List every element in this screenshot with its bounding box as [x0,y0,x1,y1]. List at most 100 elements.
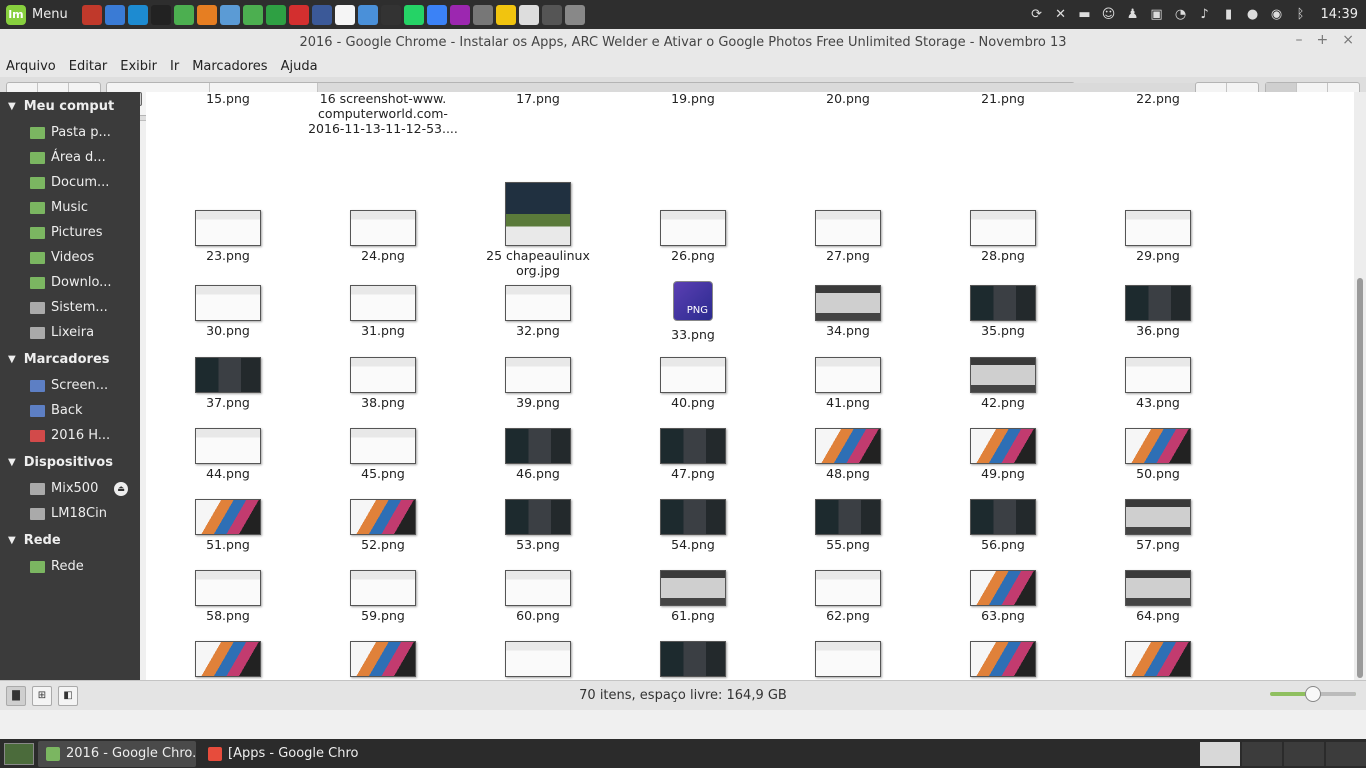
launcher-icon[interactable] [219,4,240,25]
screenshot-icon[interactable]: ▣ [1149,7,1165,23]
file-item[interactable]: 37.png [153,357,303,410]
clock[interactable]: 14:39 [1321,7,1358,22]
leaf-icon[interactable]: ● [1245,7,1261,23]
sidebar-item-music[interactable]: Music [0,195,140,220]
launcher-icon[interactable] [357,4,378,25]
launcher-icon[interactable] [564,4,585,25]
sidebar-item-read[interactable]: Área d... [0,145,140,170]
sidebar-item-downlo[interactable]: Downlo... [0,270,140,295]
file-item[interactable]: 35.png [928,285,1078,338]
music-icon[interactable]: ♪ [1197,7,1213,23]
file-item[interactable]: 55.png [773,499,923,552]
maximize-button[interactable]: + [1317,32,1329,48]
file-item[interactable]: 34.png [773,285,923,338]
file-item[interactable]: 31.png [308,285,458,338]
file-item[interactable]: 53.png [463,499,613,552]
collapse-triangle-icon[interactable]: ▼ [8,457,16,468]
launcher-icon[interactable] [518,4,539,25]
vertical-scrollbar[interactable] [1354,92,1366,680]
eject-icon[interactable]: ⏏ [114,481,128,496]
bluetooth-icon[interactable]: ᛒ [1293,7,1309,23]
file-item[interactable]: 23.png [153,210,303,263]
file-item[interactable]: 49.png [928,428,1078,481]
taskbar-window-button[interactable]: [Apps - Google Chro... [200,741,358,767]
file-item[interactable]: 71.png [1083,641,1233,680]
file-item[interactable]: 46.png [463,428,613,481]
sidebar-item-screen[interactable]: Screen... [0,373,140,398]
folder-icon[interactable]: ▬ [1077,7,1093,23]
file-item[interactable]: 48.png [773,428,923,481]
file-item[interactable]: 63.png [928,570,1078,623]
chrome-icon[interactable]: ◉ [1269,7,1285,23]
collapse-triangle-icon[interactable]: ▼ [8,535,16,546]
sidebar-section-header[interactable]: ▼ Marcadores [0,345,140,373]
file-item[interactable]: 15.png [153,92,303,106]
menu-editar[interactable]: Editar [69,59,108,74]
file-item[interactable]: 61.png [618,570,768,623]
sidebar-section-header[interactable]: ▼ Meu comput [0,92,140,120]
file-item[interactable]: 52.png [308,499,458,552]
close-button[interactable]: × [1342,32,1354,48]
file-item[interactable]: 19.png [618,92,768,106]
sidebar-item-mix500[interactable]: Mix500 ⏏ [0,476,140,501]
close-x-icon[interactable]: ✕ [1053,7,1069,23]
file-item[interactable]: 25 chapeaulinux org.jpg [463,182,613,278]
workspace-4[interactable] [1326,742,1366,766]
title-bar[interactable]: 2016 - Google Chrome - Instalar os Apps,… [0,29,1366,55]
file-item[interactable]: 21.png [928,92,1078,106]
file-item[interactable]: 51.png [153,499,303,552]
file-item[interactable]: 59.png [308,570,458,623]
file-item[interactable]: 58.png [153,570,303,623]
file-item[interactable]: 56.png [928,499,1078,552]
menu-exibir[interactable]: Exibir [120,59,157,74]
menu-ir[interactable]: Ir [170,59,179,74]
show-desktop-button[interactable] [4,742,34,765]
file-item[interactable]: 36.png [1083,285,1233,338]
file-item[interactable]: 70.png [928,641,1078,680]
sidebar-item-docum[interactable]: Docum... [0,170,140,195]
file-item[interactable]: 60.png [463,570,613,623]
sidebar-item-lixeira[interactable]: Lixeira [0,320,140,345]
sidebar-item-pastap[interactable]: Pasta p... [0,120,140,145]
launcher-icon[interactable] [495,4,516,25]
file-item[interactable]: 17.png [463,92,613,106]
sidebar-section-header[interactable]: ▼ Dispositivos [0,448,140,476]
sidebar-item-pictures[interactable]: Pictures [0,220,140,245]
launcher-icon[interactable] [265,4,286,25]
file-view[interactable]: 15.png 16 screenshot-www. computerworld.c… [146,92,1354,680]
file-item[interactable]: 66.png [308,641,458,680]
launcher-icon[interactable] [334,4,355,25]
menu-button[interactable]: lm Menu [0,0,76,29]
sidebar-item-lm18cin[interactable]: LM18Cin [0,501,140,526]
file-item[interactable]: 44.png [153,428,303,481]
file-item[interactable]: 39.png [463,357,613,410]
menu-arquivo[interactable]: Arquivo [6,59,56,74]
file-item[interactable]: PNG 33.png [618,281,768,342]
launcher-icon[interactable] [288,4,309,25]
launcher-icon[interactable] [150,4,171,25]
sidebar-section-header[interactable]: ▼ Rede [0,526,140,554]
file-item[interactable]: 20.png [773,92,923,106]
launcher-icon[interactable] [127,4,148,25]
file-item[interactable]: 57.png [1083,499,1233,552]
workspace-1[interactable] [1200,742,1240,766]
launcher-icon[interactable] [242,4,263,25]
file-item[interactable]: 69.png [773,641,923,680]
launcher-icon[interactable] [173,4,194,25]
file-item[interactable]: 68.png [618,641,768,680]
sidebar-item-sistem[interactable]: Sistem... [0,295,140,320]
scrollbar-thumb[interactable] [1357,278,1363,678]
file-item[interactable]: 29.png [1083,210,1233,263]
sidebar-item-back[interactable]: Back [0,398,140,423]
person-icon[interactable]: ♟ [1125,7,1141,23]
file-item[interactable]: 42.png [928,357,1078,410]
file-item[interactable]: 27.png [773,210,923,263]
collapse-triangle-icon[interactable]: ▼ [8,101,16,112]
sidebar-item-rede[interactable]: Rede [0,554,140,579]
launcher-icon[interactable] [426,4,447,25]
workspace-3[interactable] [1284,742,1324,766]
file-item[interactable]: 47.png [618,428,768,481]
collapse-triangle-icon[interactable]: ▼ [8,354,16,365]
workspace-2[interactable] [1242,742,1282,766]
launcher-icon[interactable] [81,4,102,25]
